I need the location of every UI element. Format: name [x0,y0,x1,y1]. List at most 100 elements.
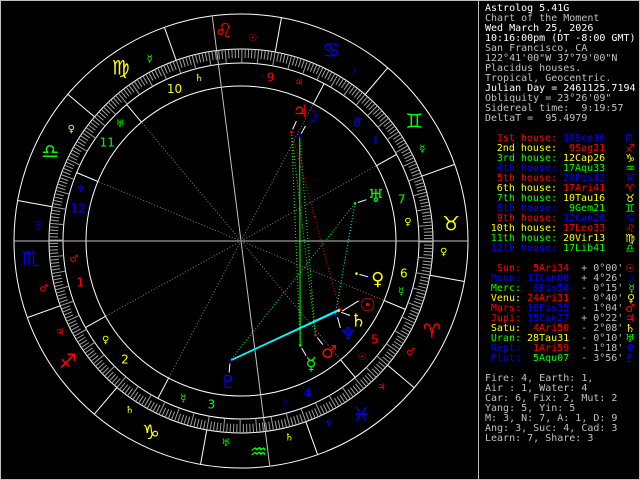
degree-tick [421,269,431,273]
house-ruler-mars-icon: ♂︎ [70,254,79,265]
degree-tick [57,296,67,300]
degree-tick [217,50,221,60]
aspect-line-uran-plut [229,203,356,361]
degree-tick [59,177,69,182]
degree-tick [211,51,214,61]
degree-tick [49,226,59,228]
house-ruler-moon-icon: ☽︎ [278,398,287,409]
degree-tick [400,330,409,336]
planet-latitude: - 3°56' [581,353,624,364]
degree-tick [274,420,278,430]
house-ruler-merc-icon: ☿︎ [180,393,186,404]
sign-boundary [27,305,61,319]
degree-tick [423,227,433,230]
degree-tick [189,412,195,427]
degree-tick [62,308,72,313]
degree-tick [413,300,423,305]
degree-tick [266,50,270,60]
degree-tick [419,279,429,283]
sign-ruler-uran-icon: ♅︎ [221,438,230,449]
degree-tick [256,49,260,64]
aspect-line-jupi-merc [290,132,301,346]
degree-tick [151,70,157,80]
house-cusp [376,154,397,167]
planet-point-plut [228,359,232,362]
sign-ruler-mars-icon: ♂︎ [406,347,415,358]
degree-tick [320,405,325,415]
degree-tick [52,202,62,206]
house-cusp-guide [141,121,242,242]
house-cusp [340,359,356,378]
sign-boundary [17,200,53,208]
degree-tick [183,415,188,425]
degree-tick [51,268,61,271]
house-cusp [85,315,106,328]
planet-point-jupi [290,130,293,134]
aspect-line-jupi-sun [290,131,341,310]
house-number-2: 2 [121,353,129,367]
degree-tick [422,214,432,217]
degree-tick [53,199,63,203]
degree-tick [154,69,160,78]
degree-tick [413,191,427,197]
degree-tick [258,423,261,433]
sign-ruler-merc-icon: ☿︎ [147,54,153,65]
degree-tick [420,201,430,205]
sign-ruler-sun-icon: ☉︎ [248,33,257,44]
sign-glyph-aqu-icon: ♒︎ [249,439,267,463]
degree-tick [269,51,273,61]
degree-tick [402,151,412,157]
house-ruler-venu-icon: ♀︎ [404,217,411,228]
degree-tick [290,417,294,426]
degree-tick [219,422,222,432]
house-ruler-sun-icon: ☉︎ [357,352,366,363]
degree-tick [418,194,428,199]
planet-leader-line [357,199,367,203]
degree-tick [72,328,81,334]
house-number-9: 9 [267,71,275,85]
degree-tick [67,320,77,325]
degree-tick [403,324,412,330]
degree-tick [287,55,293,70]
degree-tick [367,105,378,117]
degree-tick [49,258,59,261]
house-cusp [76,172,99,182]
degree-tick [377,117,389,128]
degree-tick [401,327,411,333]
degree-tick [94,116,106,127]
degree-tick [65,161,75,167]
degree-tick [418,285,428,289]
degree-tick [263,50,266,60]
degree-tick [50,265,60,268]
sign-boundary [163,27,177,61]
house-cusp-guide [168,240,242,379]
stat-line: Learn: 7, Share: 3 [485,433,594,444]
aspect-line-uran-nept [334,203,356,316]
degree-tick [285,413,291,427]
chart-statistics: Fire: 4, Earth: 1, Air : 1, Water: 4 Car: … [485,374,637,444]
degree-tick [415,294,425,299]
sign-boundary [274,17,282,53]
sign-glyph-cap-icon: ♑︎ [142,420,160,444]
degree-tick [224,49,227,64]
degree-tick [74,328,87,337]
degree-tick [172,61,177,71]
sign-boundary [93,387,118,415]
degree-tick [105,104,117,115]
degree-tick [145,74,154,87]
degree-tick [422,263,432,266]
sign-ruler-venu-icon: ♀︎ [68,124,75,135]
degree-tick [408,312,418,318]
degree-tick [297,58,302,68]
degree-tick [416,208,431,212]
degree-tick [177,413,182,423]
planet-point-uran [353,202,357,205]
aspect-line-jupi-mars [290,132,316,336]
degree-tick [73,146,82,152]
house-row: 12th house: 17Lib41 ♎ [485,243,637,254]
sign-boundary [421,163,455,177]
degree-tick [178,59,183,68]
degree-tick [418,256,433,260]
degree-tick [163,65,168,74]
house-cusp [383,300,406,310]
